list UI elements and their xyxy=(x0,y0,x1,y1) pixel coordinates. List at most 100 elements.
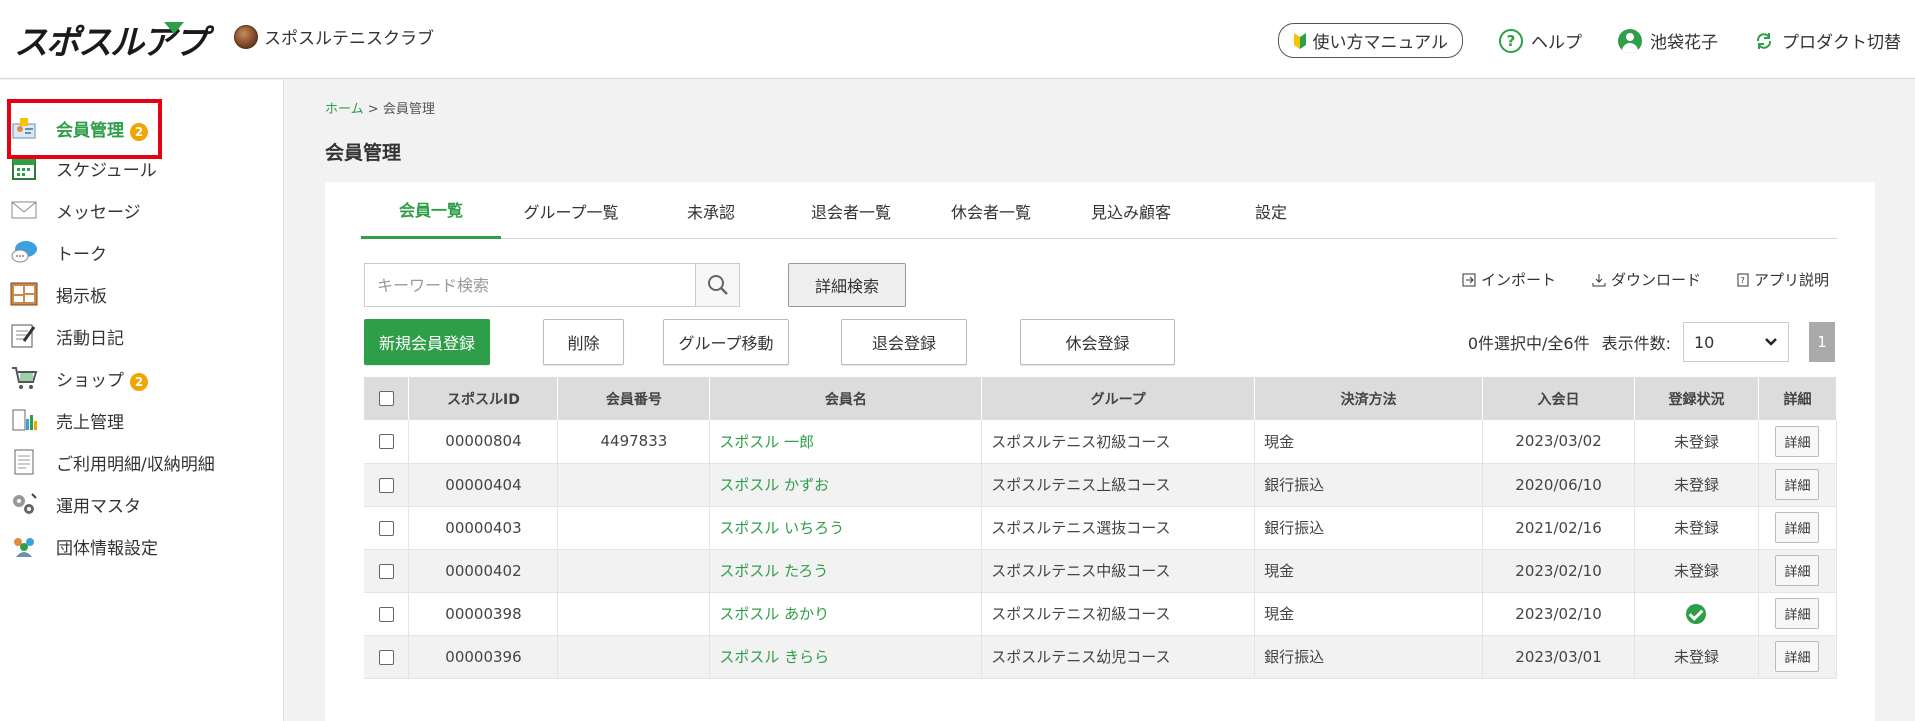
table-row: 00000396 スポスル きらら スポスルテニス幼児コース 銀行振込 2023… xyxy=(364,635,1838,679)
member-name-link[interactable]: スポスル たろう xyxy=(709,549,983,593)
search-button[interactable] xyxy=(695,264,739,306)
app-help-link[interactable]: ? アプリ説明 xyxy=(1737,269,1829,290)
detail-button[interactable]: 詳細 xyxy=(1775,555,1820,586)
join-date: 2023/02/10 xyxy=(1482,592,1636,636)
join-date: 2020/06/10 xyxy=(1482,463,1636,507)
chat-icon xyxy=(10,238,38,266)
diary-icon xyxy=(10,322,38,350)
payment-method: 銀行振込 xyxy=(1254,635,1484,679)
per-page-select[interactable]: 10 xyxy=(1683,322,1789,362)
member-name-link[interactable]: スポスル いちろう xyxy=(709,506,983,550)
notification-badge: 2 xyxy=(130,122,148,141)
detail-button[interactable]: 詳細 xyxy=(1775,512,1820,543)
payment-method: 現金 xyxy=(1254,420,1484,464)
column-header: 登録状況 xyxy=(1634,377,1759,420)
member-number xyxy=(557,506,711,550)
row-checkbox[interactable] xyxy=(378,563,394,579)
app-logo[interactable]: スポスルアプリ xyxy=(14,16,214,64)
sidebar-item-master[interactable]: 運用マスタ xyxy=(10,484,270,524)
member-number xyxy=(557,635,711,679)
row-checkbox[interactable] xyxy=(378,649,394,665)
group-move-button[interactable]: グループ移動 xyxy=(663,319,789,365)
payment-method: 現金 xyxy=(1254,549,1484,593)
row-checkbox[interactable] xyxy=(378,434,394,450)
row-checkbox[interactable] xyxy=(378,477,394,493)
sidebar-item-messages[interactable]: メッセージ xyxy=(10,190,270,230)
product-switch-link[interactable]: プロダクト切替 xyxy=(1754,28,1901,53)
member-id: 00000402 xyxy=(408,549,559,593)
tab-group-list[interactable]: グループ一覧 xyxy=(501,182,641,239)
detail-button[interactable]: 詳細 xyxy=(1775,598,1820,629)
sidebar-item-shop[interactable]: ショップ 2 xyxy=(10,358,270,398)
member-group: スポスルテニス初級コース xyxy=(981,592,1256,636)
tab-suspended-list[interactable]: 休会者一覧 xyxy=(921,182,1061,239)
search-box xyxy=(364,263,740,307)
organization-name: スポスルテニスクラブ xyxy=(234,24,434,49)
table-row: 00000402 スポスル たろう スポスルテニス中級コース 現金 2023/0… xyxy=(364,549,1838,593)
document-help-icon: ? xyxy=(1737,273,1749,286)
sidebar-item-members[interactable]: 会員管理 2 xyxy=(10,108,270,148)
app-header: スポスルアプリ スポスルテニスクラブ 使い方マニュアル ? ヘルプ 池袋花子 プ… xyxy=(0,0,1915,79)
user-menu[interactable]: 池袋花子 xyxy=(1618,28,1718,53)
tab-unapproved[interactable]: 未承認 xyxy=(641,182,781,239)
member-name-link[interactable]: スポスル きらら xyxy=(709,635,983,679)
select-all-checkbox[interactable] xyxy=(378,391,394,406)
sidebar-item-diary[interactable]: 活動日記 xyxy=(10,316,270,356)
page-number-button[interactable]: 1 xyxy=(1809,322,1835,362)
registration-status xyxy=(1634,592,1759,636)
member-id: 00000398 xyxy=(408,592,559,636)
import-link[interactable]: インポート xyxy=(1462,269,1556,290)
calendar-icon xyxy=(10,154,38,182)
help-link[interactable]: ? ヘルプ xyxy=(1499,28,1582,53)
member-name-link[interactable]: スポスル あかり xyxy=(709,592,983,636)
member-name-link[interactable]: スポスル 一郎 xyxy=(709,420,983,464)
download-link[interactable]: ダウンロード xyxy=(1592,269,1701,290)
advanced-search-button[interactable]: 詳細検索 xyxy=(788,263,906,307)
table-row: 00000398 スポスル あかり スポスルテニス初級コース 現金 2023/0… xyxy=(364,592,1838,636)
notification-badge: 2 xyxy=(130,372,148,391)
suspend-register-button[interactable]: 休会登録 xyxy=(1020,319,1175,365)
help-icon: ? xyxy=(1499,28,1523,53)
detail-button[interactable]: 詳細 xyxy=(1775,641,1820,672)
search-icon xyxy=(707,275,728,295)
members-icon xyxy=(10,114,38,142)
sidebar-item-statement[interactable]: ご利用明細/収納明細 xyxy=(10,442,270,482)
column-header: 詳細 xyxy=(1758,377,1838,420)
registration-status: 未登録 xyxy=(1634,549,1759,593)
sales-icon xyxy=(10,406,38,434)
sidebar-item-schedule[interactable]: スケジュール xyxy=(10,148,270,188)
tab-withdrawn-list[interactable]: 退会者一覧 xyxy=(781,182,921,239)
member-group: スポスルテニス初級コース xyxy=(981,420,1256,464)
member-number: 4497833 xyxy=(557,420,711,464)
row-checkbox[interactable] xyxy=(378,520,394,536)
manual-button[interactable]: 使い方マニュアル xyxy=(1277,23,1463,58)
tab-prospects[interactable]: 見込み顧客 xyxy=(1061,182,1201,239)
breadcrumb-current: 会員管理 xyxy=(382,102,435,117)
tab-settings[interactable]: 設定 xyxy=(1201,182,1341,239)
column-header: グループ xyxy=(981,377,1256,420)
member-id: 00000396 xyxy=(408,635,559,679)
row-checkbox[interactable] xyxy=(378,606,394,622)
beginner-mark-icon xyxy=(1293,32,1306,49)
sidebar-item-sales[interactable]: 売上管理 xyxy=(10,400,270,440)
breadcrumb-home-link[interactable]: ホーム xyxy=(325,102,364,117)
member-id: 00000804 xyxy=(408,420,559,464)
keyword-search-input[interactable] xyxy=(365,264,695,306)
detail-button[interactable]: 詳細 xyxy=(1775,425,1820,457)
member-name-link[interactable]: スポスル かずお xyxy=(709,463,983,507)
withdraw-register-button[interactable]: 退会登録 xyxy=(841,319,967,365)
sidebar-item-talk[interactable]: トーク xyxy=(10,232,270,272)
detail-button[interactable]: 詳細 xyxy=(1775,469,1820,500)
new-member-button[interactable]: 新規会員登録 xyxy=(364,319,490,365)
sidebar-item-board[interactable]: 掲示板 xyxy=(10,274,270,314)
breadcrumb: ホーム > 会員管理 xyxy=(325,102,435,117)
member-group: スポスルテニス中級コース xyxy=(981,549,1256,593)
select-all-header xyxy=(364,377,410,420)
download-icon xyxy=(1592,273,1606,286)
tab-member-list[interactable]: 会員一覧 xyxy=(361,182,501,239)
registration-status: 未登録 xyxy=(1634,463,1759,507)
member-number xyxy=(557,463,711,507)
delete-button[interactable]: 削除 xyxy=(543,319,624,365)
member-group: スポスルテニス選抜コース xyxy=(981,506,1256,550)
sidebar-item-organization[interactable]: 団体情報設定 xyxy=(10,526,270,566)
